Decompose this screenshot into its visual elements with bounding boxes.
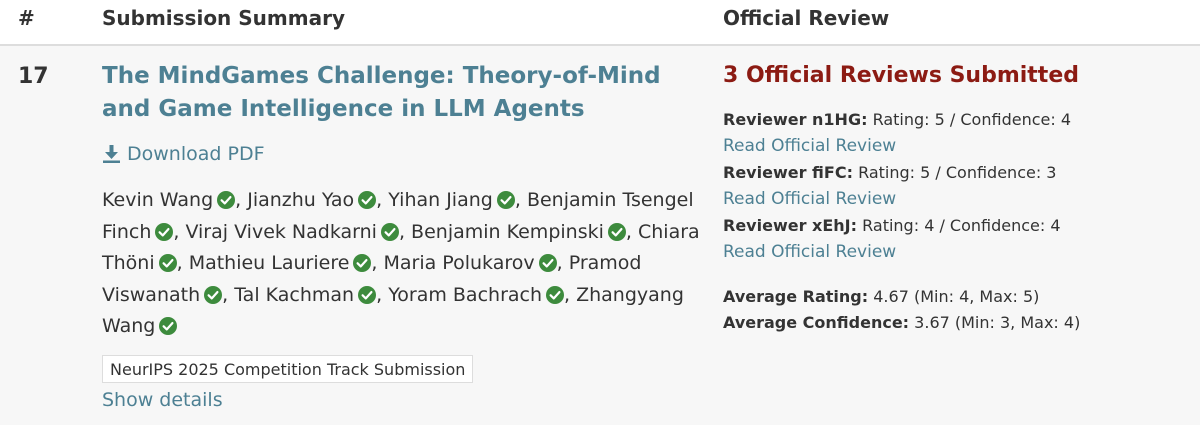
average-confidence-value: 3.67 (Min: 3, Max: 4) <box>914 313 1081 332</box>
author-link[interactable]: Kevin Wang <box>102 189 213 211</box>
read-review-link[interactable]: Read Official Review <box>723 189 896 209</box>
verified-check-icon <box>380 222 399 241</box>
reviewer-label: Reviewer xEhJ: <box>723 216 858 235</box>
column-header-review: Official Review <box>723 6 890 30</box>
reviewer-summary: Reviewer xEhJ: Rating: 4 / Confidence: 4 <box>723 216 1061 235</box>
reviewer-stats: Rating: 5 / Confidence: 3 <box>858 163 1057 182</box>
author-link[interactable]: Jianzhu Yao <box>247 189 354 211</box>
download-pdf-label: Download PDF <box>127 143 265 165</box>
paper-title-link[interactable]: The MindGames Challenge: Theory-of-Mind … <box>102 60 712 126</box>
header-divider <box>0 44 1200 46</box>
average-rating-label: Average Rating: <box>723 287 869 306</box>
read-review-link[interactable]: Read Official Review <box>723 242 896 262</box>
reviewer-label: Reviewer fiFC: <box>723 163 853 182</box>
average-rating-value: 4.67 (Min: 4, Max: 5) <box>873 287 1040 306</box>
reviewer-stats: Rating: 4 / Confidence: 4 <box>862 216 1061 235</box>
show-details-link[interactable]: Show details <box>102 389 223 411</box>
author-link[interactable]: Maria Polukarov <box>384 252 535 274</box>
reviewer-stats: Rating: 5 / Confidence: 4 <box>872 110 1071 129</box>
reviews-submitted-title: 3 Official Reviews Submitted <box>723 63 1079 88</box>
verified-check-icon <box>546 285 565 304</box>
verified-check-icon <box>607 222 626 241</box>
author-list: Kevin Wang, Jianzhu Yao, Yihan Jiang, Be… <box>102 189 700 337</box>
average-confidence: Average Confidence: 3.67 (Min: 3, Max: 4… <box>723 313 1080 332</box>
column-header-number: # <box>18 6 35 30</box>
verified-check-icon <box>358 191 377 209</box>
reviewer-label: Reviewer n1HG: <box>723 110 868 129</box>
reviewer-summary: Reviewer n1HG: Rating: 5 / Confidence: 4 <box>723 110 1071 129</box>
author-link[interactable]: Yoram Bachrach <box>388 284 542 306</box>
author-link[interactable]: Mathieu Lauriere <box>189 252 350 274</box>
verified-check-icon <box>159 317 178 335</box>
verified-check-icon <box>353 254 372 272</box>
verified-check-icon <box>204 285 223 304</box>
author-link[interactable]: Tal Kachman <box>234 284 354 306</box>
column-header-summary: Submission Summary <box>102 6 345 30</box>
average-rating: Average Rating: 4.67 (Min: 4, Max: 5) <box>723 287 1039 306</box>
verified-check-icon <box>538 254 557 272</box>
verified-check-icon <box>496 191 515 209</box>
venue-badge: NeurIPS 2025 Competition Track Submissio… <box>102 355 474 383</box>
submission-number: 17 <box>18 64 49 89</box>
author-link[interactable]: Yihan Jiang <box>388 189 493 211</box>
verified-check-icon <box>155 222 174 241</box>
reviewer-summary: Reviewer fiFC: Rating: 5 / Confidence: 3 <box>723 163 1056 182</box>
average-confidence-label: Average Confidence: <box>723 313 910 332</box>
table-header: # Submission Summary Official Review <box>0 0 1200 44</box>
download-pdf-link[interactable]: Download PDF <box>102 143 265 165</box>
verified-check-icon <box>217 191 236 209</box>
download-icon <box>103 145 120 163</box>
author-link[interactable]: Viraj Vivek Nadkarni <box>185 221 377 243</box>
author-link[interactable]: Benjamin Kempinski <box>411 221 604 243</box>
read-review-link[interactable]: Read Official Review <box>723 136 896 156</box>
verified-check-icon <box>158 254 177 272</box>
verified-check-icon <box>358 285 377 304</box>
